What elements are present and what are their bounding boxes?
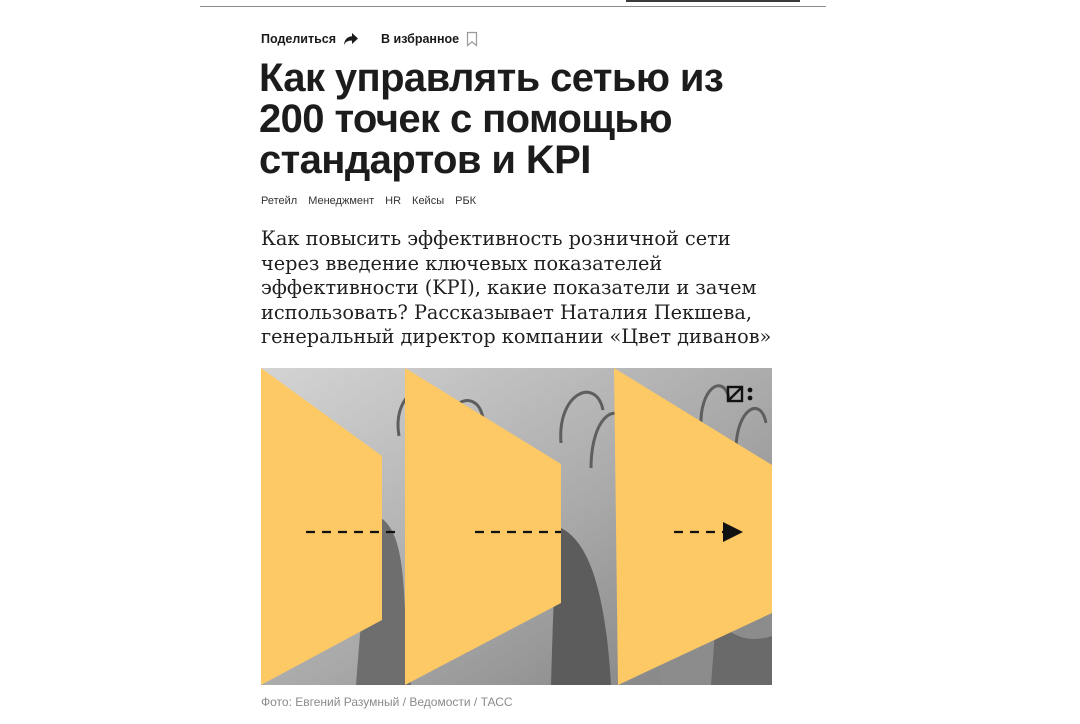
tag-hr[interactable]: HR [385, 195, 401, 207]
tag-rbk[interactable]: РБК [455, 195, 476, 207]
share-label: Поделиться [261, 32, 337, 46]
tag-cases[interactable]: Кейсы [412, 195, 444, 207]
tag-list: Ретейл Менеджмент HR Кейсы РБК [261, 195, 476, 207]
hero-image [261, 368, 772, 685]
hero-illustration [261, 368, 772, 685]
article-lead: Как повысить эффективность розничной сет… [261, 227, 772, 348]
article-actions: Поделиться В избранное [261, 29, 478, 49]
top-divider [200, 6, 826, 7]
share-button[interactable]: Поделиться [261, 32, 359, 46]
share-arrow-icon [343, 32, 359, 46]
photo-caption: Фото: Евгений Разумный / Ведомости / ТАС… [261, 695, 513, 709]
tag-management[interactable]: Менеджмент [308, 195, 374, 207]
article-title: Как управлять сетью из 200 точек с помощ… [259, 56, 724, 182]
favorite-label: В избранное [381, 32, 460, 46]
tag-retail[interactable]: Ретейл [261, 195, 297, 207]
bookmark-icon [466, 31, 478, 47]
favorite-button[interactable]: В избранное [381, 31, 478, 47]
top-scroll-indicator [626, 0, 800, 2]
